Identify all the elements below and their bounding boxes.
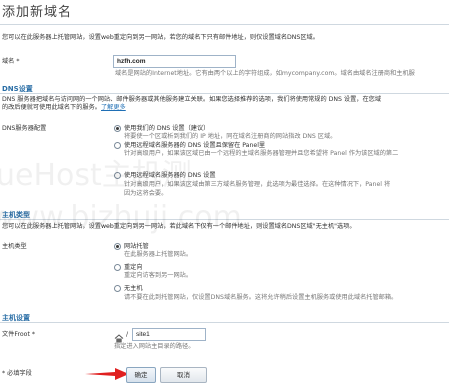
hosting-option-redirect-radio[interactable] [114,264,121,271]
hosting-option-none-label[interactable]: 无主机 [124,285,143,293]
dns-option-ours-radio[interactable] [114,125,121,132]
hosting-type-label: 主机类型 [2,243,27,250]
required-fields-note: * 必填字段 [2,370,32,377]
dns-option-ours-label[interactable]: 使用我们的 DNS 设置（建议） [124,125,209,133]
intro-text: 您可以在此服务器上托管网站，设置web重定向到另一网站，若您的域名下只有邮件地址… [2,34,319,41]
dns-option-ours-hint: 将要使一个区或析到我们的 IP 地址，同在域名注册商的网站指改 DNS 区域。 [124,133,337,140]
hosting-option-none-hint: 请不要在此到托管网站，仅设置DNS域名服务。这将允许稍后设置主机服务或使用此域名… [124,294,398,301]
hosting-option-none-radio[interactable] [114,285,121,292]
docroot-label: 文件Froot * [2,331,35,338]
dns-section-divider [0,93,449,94]
dns-option-remote-radio[interactable] [114,172,121,179]
hosting-option-web-label[interactable]: 网站托管 [124,243,149,251]
dns-description-line2: 的改后便就可使用此域名下的服务。 [2,104,101,111]
dns-option-remote-label[interactable]: 使用远程域名服务器的 DNS 设置 [124,172,216,180]
page-title: 添加新域名 [2,5,73,20]
ok-button[interactable]: 确定 [126,367,156,383]
dns-option-remote-keep-label[interactable]: 使用远程域名服务器的 DNS 设置且保留在 Panel里 [124,142,265,150]
dns-config-label: DNS服务器配置 [2,125,47,132]
cancel-button[interactable]: 取消 [160,367,207,383]
hosting-option-redirect-hint: 重定向访客到另一网站。 [124,272,193,279]
title-divider [0,24,449,25]
red-arrow-icon [85,368,129,380]
docroot-hint: 指定进入网站主目录的路径。 [114,343,195,350]
dns-option-remote-keep-radio[interactable] [114,142,121,149]
dns-description: DNS 服务器把域名与访问网的一个网站、邮件服务器或其他服务建立关联。如果您选择… [2,96,382,103]
hosting-section-divider [0,219,449,220]
learn-more-link[interactable]: 了解更多 [101,104,126,111]
domain-hint: 域名是网站的Internet地址。它有由两个以上的字符组成，如mycompany… [115,70,415,77]
dns-option-remote-hint: 针对高级用户，如果该区域由第三方域名服务管理，此选项为最佳选择。在这种情况下，P… [124,181,391,188]
hosting-option-web-hint: 在此服务器上托管网站。 [124,251,193,258]
domain-input[interactable] [113,55,236,68]
dns-option-remote-keep-hint: 针对高级用户，如果该区域已由一个远程的主域名服务器管理并且您希望将 Panel … [124,150,399,157]
docroot-prefix: / [126,331,129,338]
dns-description-cont: 的改后便就可使用此域名下的服务。了解更多 [2,104,126,112]
domain-label: 域名 * [2,58,20,65]
host-settings-divider [0,322,449,323]
hosting-description: 您可以在此服务器上托管网站，设置web重定向到另一网站，若此域名下仅有一个邮件地… [2,223,356,230]
docroot-input[interactable] [132,328,206,341]
hosting-option-redirect-label[interactable]: 重定向 [124,264,143,272]
dns-option-remote-hint-2: 因为这将会要。 [124,190,168,197]
hosting-option-web-radio[interactable] [114,243,121,250]
